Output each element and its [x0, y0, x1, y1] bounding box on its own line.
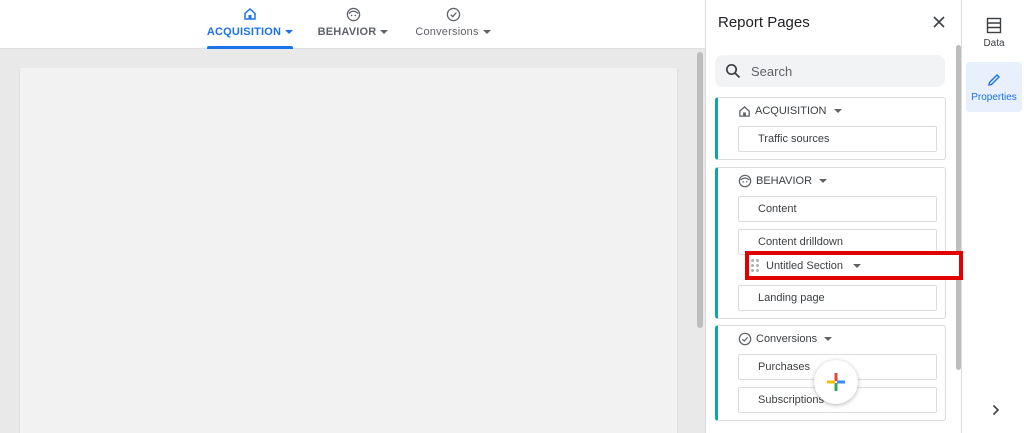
properties-panel-button[interactable]: Properties	[966, 62, 1022, 112]
chevron-down-icon	[819, 179, 828, 183]
dragging-item-label: Untitled Section	[766, 259, 844, 272]
tab-label: Conversions	[415, 26, 479, 38]
tab-conversions[interactable]: Conversions	[414, 0, 492, 49]
page-label: Landing page	[758, 292, 825, 304]
dragging-section-item[interactable]: Untitled Section	[745, 251, 963, 280]
panel-scrollbar[interactable]	[956, 45, 961, 370]
search-box[interactable]	[715, 55, 945, 87]
page-item-content[interactable]: Content	[738, 196, 937, 222]
home-icon	[242, 6, 258, 22]
check-circle-icon	[445, 6, 461, 22]
report-editor: ACQUISITION BEHAVIOR Conversions Report …	[0, 0, 1024, 433]
right-side-rail: Data Properties	[963, 0, 1024, 433]
chevron-right-icon	[992, 404, 1000, 416]
section-behavior[interactable]: BEHAVIOR Content Content drilldown Landi…	[715, 167, 946, 319]
chevron-down-icon	[853, 263, 862, 268]
database-icon	[986, 17, 1002, 34]
close-button[interactable]	[929, 12, 949, 32]
canvas-scrollbar[interactable]	[697, 52, 703, 328]
page-item-landing-page[interactable]: Landing page	[738, 285, 937, 311]
chevron-down-icon	[824, 337, 833, 341]
panel-title: Report Pages	[718, 14, 810, 31]
tab-acquisition[interactable]: ACQUISITION	[206, 0, 294, 49]
page-item-traffic-sources[interactable]: Traffic sources	[738, 126, 937, 152]
search-input[interactable]	[751, 63, 911, 79]
section-header[interactable]: Conversions	[738, 331, 833, 347]
expand-rail-button[interactable]	[988, 402, 1004, 418]
check-circle-icon	[738, 332, 752, 346]
section-acquisition[interactable]: ACQUISITION Traffic sources	[715, 97, 946, 160]
page-label: Content	[758, 203, 797, 215]
rail-label: Data	[983, 38, 1005, 49]
pencil-icon	[988, 73, 1000, 86]
chevron-down-icon	[482, 30, 491, 34]
tab-label: BEHAVIOR	[317, 26, 377, 38]
chevron-down-icon	[380, 30, 389, 34]
rail-label: Properties	[971, 91, 1017, 103]
page-label: Traffic sources	[758, 133, 830, 145]
tab-behavior[interactable]: BEHAVIOR	[317, 0, 389, 49]
face-icon	[738, 174, 752, 188]
face-icon	[345, 6, 361, 22]
chevron-down-icon	[285, 30, 294, 34]
drag-handle-icon[interactable]	[751, 259, 759, 272]
section-label: ACQUISITION	[755, 105, 827, 117]
section-label: BEHAVIOR	[756, 175, 813, 187]
section-header[interactable]: ACQUISITION	[738, 103, 842, 119]
search-icon	[725, 63, 741, 79]
close-icon	[933, 16, 945, 28]
data-panel-button[interactable]: Data	[966, 8, 1022, 58]
section-header[interactable]: BEHAVIOR	[738, 173, 828, 189]
report-canvas-area	[0, 49, 705, 433]
page-label: Content drilldown	[758, 236, 843, 248]
page-label: Subscriptions	[758, 394, 825, 406]
report-navigation-bar: ACQUISITION BEHAVIOR Conversions	[0, 0, 705, 49]
add-page-button[interactable]	[814, 360, 858, 404]
chevron-down-icon	[833, 109, 842, 113]
report-pages-panel: Report Pages ACQUISITION Traffic sources…	[705, 0, 963, 433]
add-icon	[827, 373, 845, 391]
home-icon	[739, 105, 750, 117]
report-canvas[interactable]	[20, 68, 677, 433]
section-label: Conversions	[756, 333, 818, 345]
tab-label: ACQUISITION	[206, 26, 282, 38]
page-label: Purchases	[758, 361, 810, 373]
